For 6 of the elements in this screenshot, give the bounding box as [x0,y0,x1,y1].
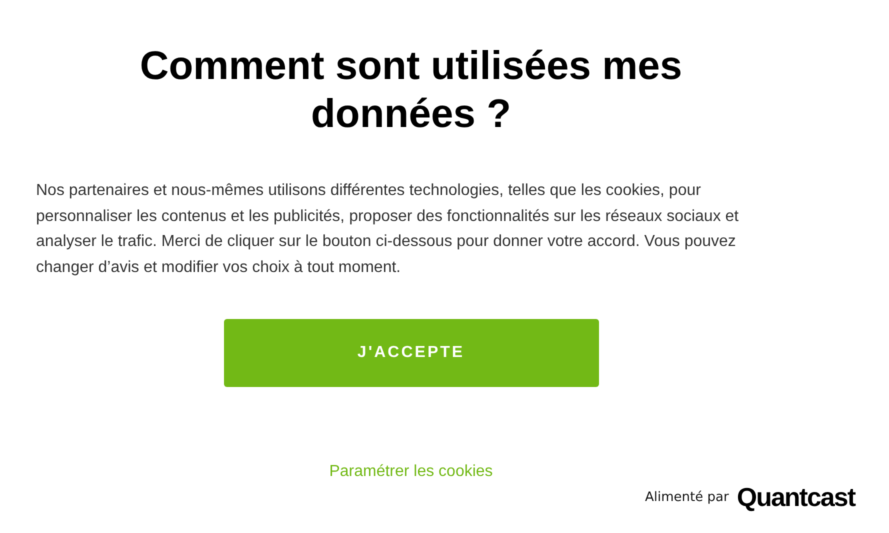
settings-link[interactable]: Paramétrer les cookies [329,463,493,481]
accept-button[interactable]: J'ACCEPTE [224,319,598,387]
brand-logo[interactable]: Quantcast [736,482,855,513]
dialog-title: Comment sont utilisées mes données ? [138,43,684,138]
consent-text: Nos partenaires et nous-mêmes utilisons différentes technologies, telles que les cookies, pour personnaliser les contenus et les publicités, proposer des fonctionnalités sur les réseaux sociaux et analyser le trafic. Merci de cliquer sur le bouton ci-dessous pour donner votre accord. Vous pouvez changer d’avis et modifier vos choix à tout moment. [36,181,740,278]
powered-by-text: Alimenté par [645,490,729,505]
